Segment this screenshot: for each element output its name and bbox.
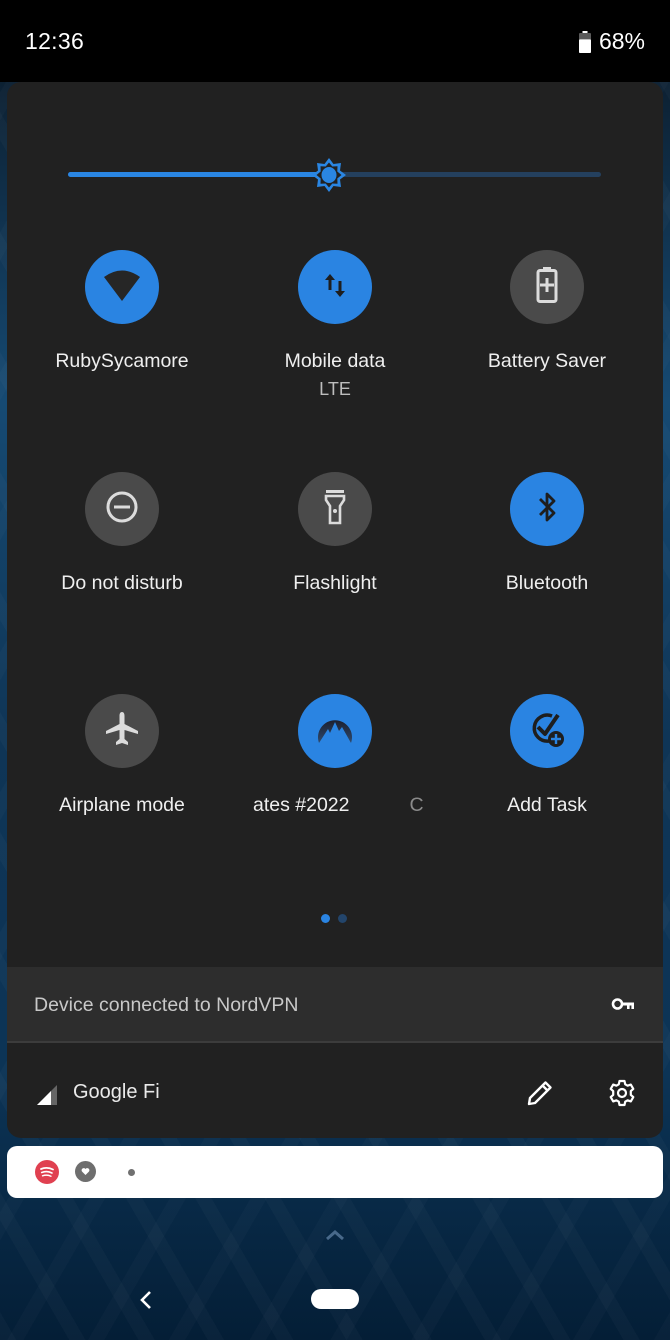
tile-wifi-label: RubySycamore: [55, 350, 189, 372]
page-indicator: [321, 914, 347, 923]
tile-add-task[interactable]: Add Task: [441, 694, 653, 884]
tile-flashlight-button[interactable]: [298, 472, 372, 546]
tile-wifi-button[interactable]: [85, 250, 159, 324]
heart-icon[interactable]: [75, 1161, 96, 1182]
signal-icon: [37, 1085, 57, 1105]
tile-battery-saver-label: Battery Saver: [487, 350, 607, 372]
tile-do-not-disturb[interactable]: Do not disturb: [16, 472, 228, 662]
tile-airplane-mode[interactable]: Airplane mode: [16, 694, 228, 884]
nordvpn-icon: [313, 711, 357, 752]
status-right: 68%: [578, 28, 645, 55]
chevron-up-icon[interactable]: [322, 1227, 348, 1243]
flashlight-icon: [320, 487, 350, 532]
wifi-icon: [100, 263, 144, 312]
add-task-icon: [525, 707, 569, 756]
tile-nordvpn-label: ates #2022: [253, 794, 350, 816]
tile-add-task-label: Add Task: [507, 794, 587, 816]
tile-battery-saver[interactable]: Battery Saver: [441, 250, 653, 440]
vpn-status-bar[interactable]: Device connected to NordVPN: [7, 967, 663, 1043]
vpn-status-text: Device connected to NordVPN: [34, 994, 299, 1016]
tile-mobile-data-label: Mobile data: [284, 350, 386, 372]
more-dot-icon: [128, 1169, 135, 1176]
tile-add-task-button[interactable]: [510, 694, 584, 768]
battery-icon: [578, 30, 591, 53]
tile-airplane-mode-button[interactable]: [85, 694, 159, 768]
carrier-name: Google Fi: [73, 1081, 160, 1103]
brightness-slider[interactable]: [68, 158, 601, 192]
page-dot-active[interactable]: [321, 914, 330, 923]
tile-flashlight[interactable]: Flashlight: [229, 472, 441, 662]
gear-icon[interactable]: [607, 1078, 637, 1108]
quick-settings-panel: RubySycamore Mobile data LTE Battery Sav…: [7, 82, 663, 1138]
do-not-disturb-icon: [104, 489, 140, 530]
tile-mobile-data-button[interactable]: [298, 250, 372, 324]
tile-nordvpn-label-row: ates #2022 C: [229, 794, 441, 817]
tile-mobile-data-sublabel: LTE: [319, 379, 351, 399]
notification-shelf[interactable]: [7, 1146, 663, 1198]
tile-nordvpn-label-trailing: C: [409, 794, 424, 816]
tile-nordvpn-button[interactable]: [298, 694, 372, 768]
qs-footer: Google Fi: [7, 1045, 663, 1137]
tile-mobile-data[interactable]: Mobile data LTE: [229, 250, 441, 440]
mobile-data-icon: [320, 270, 350, 305]
spotify-icon[interactable]: [35, 1160, 59, 1184]
brightness-icon[interactable]: [310, 156, 348, 194]
battery-percent: 68%: [598, 28, 645, 54]
tile-do-not-disturb-label: Do not disturb: [61, 572, 183, 594]
bluetooth-icon: [532, 487, 562, 532]
battery-saver-icon: [532, 265, 562, 310]
tile-wifi[interactable]: RubySycamore: [16, 250, 228, 440]
key-icon: [611, 995, 635, 1015]
page-dot[interactable]: [338, 914, 347, 923]
status-bar: 12:36 68%: [0, 0, 670, 82]
back-button[interactable]: [136, 1288, 156, 1312]
tile-bluetooth-button[interactable]: [510, 472, 584, 546]
home-button[interactable]: [311, 1289, 359, 1309]
tile-battery-saver-button[interactable]: [510, 250, 584, 324]
tile-flashlight-label: Flashlight: [293, 572, 377, 594]
tile-do-not-disturb-button[interactable]: [85, 472, 159, 546]
tile-bluetooth-label: Bluetooth: [505, 572, 589, 594]
brightness-fill: [68, 172, 330, 177]
clock: 12:36: [25, 28, 85, 54]
tile-airplane-mode-label: Airplane mode: [59, 794, 185, 816]
pencil-icon[interactable]: [525, 1078, 555, 1108]
tile-nordvpn[interactable]: ates #2022 C: [229, 694, 441, 884]
airplane-icon: [104, 710, 140, 753]
tile-bluetooth[interactable]: Bluetooth: [441, 472, 653, 662]
